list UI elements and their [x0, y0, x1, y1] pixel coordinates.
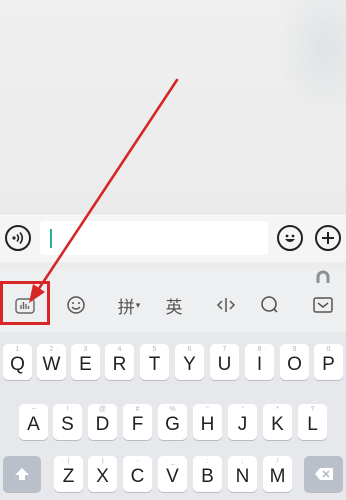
more-functions-button[interactable] [315, 225, 341, 251]
key-m[interactable]: / M [263, 456, 292, 492]
key-w[interactable]: 2W [37, 344, 66, 380]
backspace-icon [314, 468, 333, 480]
english-mode-tool[interactable]: 英 [162, 290, 186, 320]
message-input[interactable] [40, 221, 268, 255]
chat-background-blur [276, 0, 346, 120]
highlight-box [0, 281, 50, 325]
voice-toggle-button[interactable] [5, 225, 31, 251]
key-r[interactable]: 4R [105, 344, 134, 380]
text-caret [50, 229, 52, 248]
emoji-tool[interactable] [64, 290, 88, 320]
key-j[interactable]: ” J [228, 404, 257, 440]
cursor-move-tool[interactable] [214, 290, 238, 320]
smiley-icon [285, 234, 295, 242]
key-e[interactable]: 3E [71, 344, 100, 380]
key-k[interactable]: * K [263, 404, 292, 440]
key-l[interactable]: ? L [298, 404, 327, 440]
pinyin-mode-tool[interactable]: 拼 ▾ [112, 290, 146, 320]
key-f[interactable]: # F [123, 404, 152, 440]
collapse-keyboard-icon[interactable] [315, 270, 331, 284]
key-v[interactable]: _ V [158, 456, 187, 492]
chat-area [0, 0, 346, 213]
key-g[interactable]: % G [158, 404, 187, 440]
search-icon [261, 296, 278, 313]
key-z[interactable]: (Z [54, 456, 83, 492]
key-d[interactable]: @ D [88, 404, 117, 440]
shift-key[interactable] [3, 456, 41, 492]
key-s[interactable]: ! S [53, 404, 82, 440]
plus-icon [322, 232, 334, 244]
keyboard: 1Q 2W 3E 4R 5T 6Y 7U 8I 9O 0P ~ A ! S @ D #… [0, 332, 346, 500]
key-q[interactable]: 1Q [3, 344, 32, 380]
backspace-key[interactable] [304, 456, 343, 492]
emoji-button[interactable] [277, 225, 303, 251]
input-bar [0, 213, 346, 262]
search-tool[interactable] [258, 290, 282, 320]
key-h[interactable]: “H [193, 404, 222, 440]
key-o[interactable]: 9O [280, 344, 309, 380]
envelope-icon [313, 297, 333, 313]
key-p[interactable]: 0P [314, 344, 343, 380]
ime-toolbar: 拼 ▾ 英 [0, 270, 346, 332]
key-y[interactable]: 6Y [175, 344, 204, 380]
key-b[interactable]: :B [193, 456, 222, 492]
key-u[interactable]: 7U [210, 344, 239, 380]
pinyin-label: 拼 [117, 297, 135, 317]
key-a[interactable]: ~ A [19, 404, 48, 440]
key-x[interactable]: ) X [88, 456, 117, 492]
key-c[interactable]: -C [123, 456, 152, 492]
key-n[interactable]: ; N [228, 456, 257, 492]
key-t[interactable]: 5T [140, 344, 169, 380]
shift-arrow-icon [15, 468, 29, 480]
key-i[interactable]: 8I [245, 344, 274, 380]
clipboard-tool[interactable] [310, 290, 336, 320]
cursor-arrows-icon [216, 298, 236, 312]
english-label: 英 [165, 297, 183, 317]
pinyin-dropdown-icon: ▾ [135, 299, 141, 310]
voice-icon [12, 231, 24, 245]
smile-icon [67, 296, 85, 314]
